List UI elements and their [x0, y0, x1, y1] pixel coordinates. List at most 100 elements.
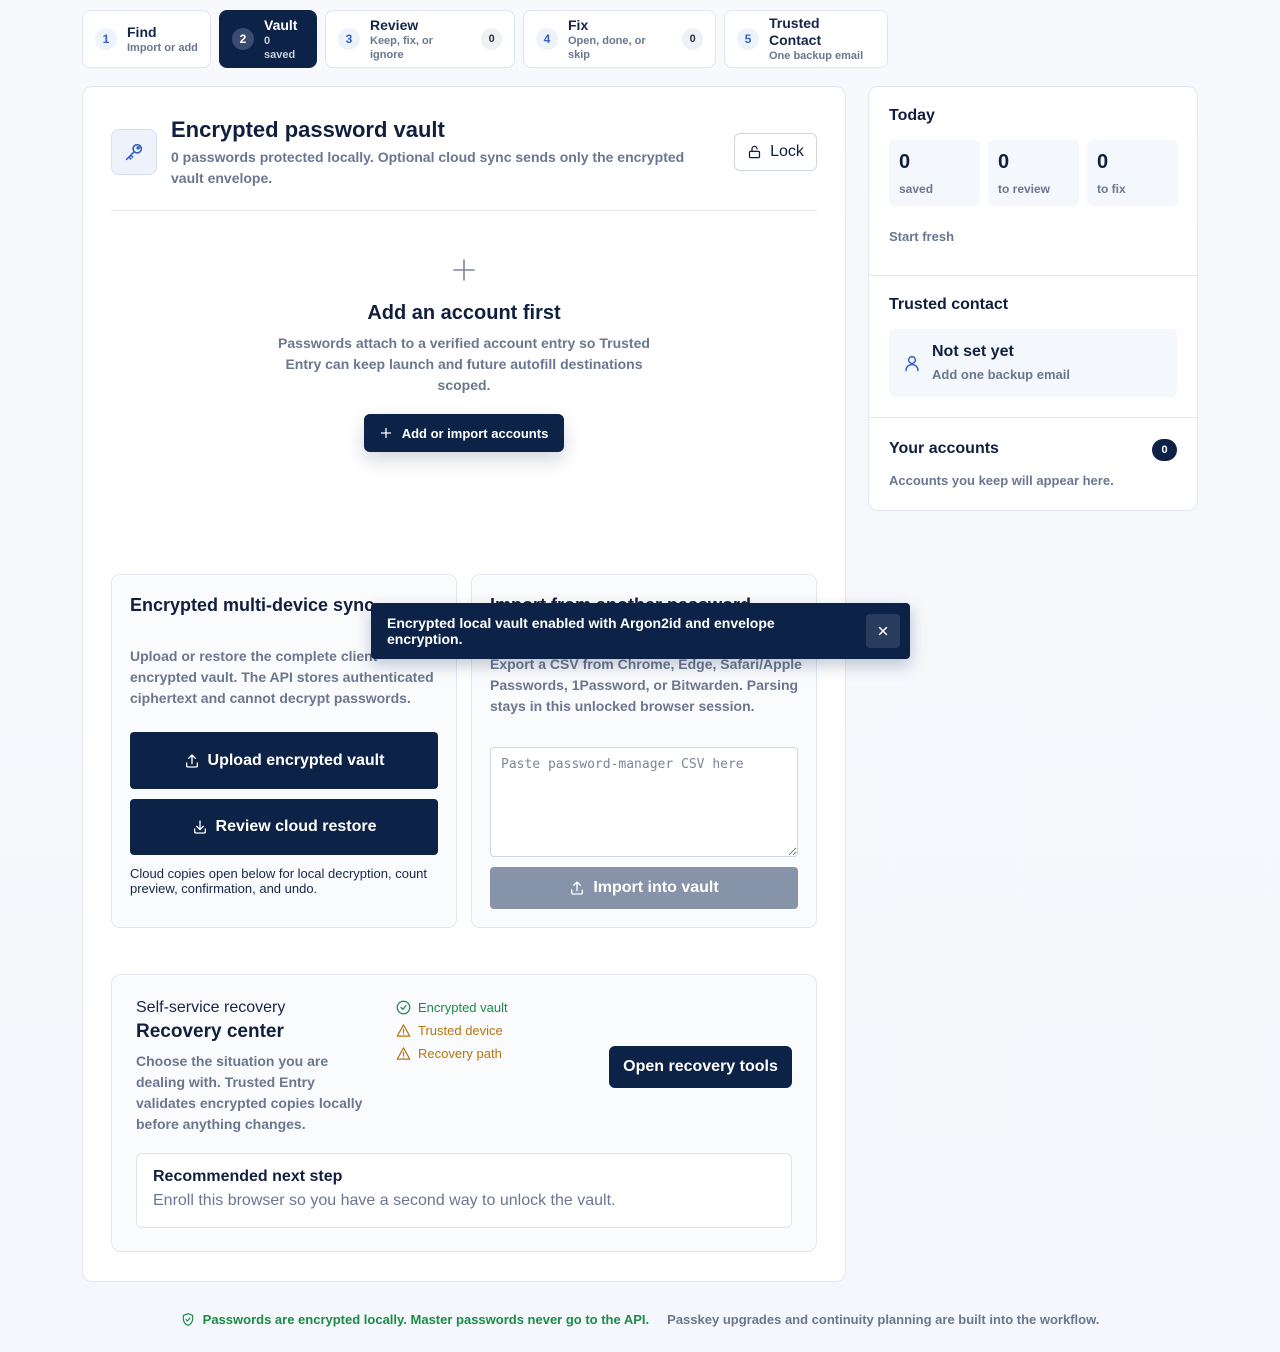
warning-icon — [396, 1024, 411, 1037]
next-step-title: Recommended next step — [153, 1168, 343, 1185]
step-title: Fix — [568, 16, 589, 33]
user-icon — [905, 355, 919, 372]
today-stats: 0 saved 0 to review 0 to fix — [889, 140, 1178, 206]
step-title: Vault — [264, 16, 298, 33]
import-vault-label: Import into vault — [593, 879, 719, 896]
step-number: 5 — [737, 28, 759, 50]
download-icon — [193, 820, 206, 834]
step-count-badge: 0 — [682, 28, 703, 50]
step-title: Find — [127, 23, 157, 40]
recovery-check-label: Trusted device — [418, 1023, 503, 1038]
add-accounts-label: Add or import accounts — [401, 425, 549, 441]
recovery-center: Self-service recovery Recovery center Ch… — [111, 974, 817, 1252]
step-number: 1 — [95, 28, 117, 50]
stat-label: to review — [998, 182, 1051, 196]
empty-state-body: Passwords attach to a verified account e… — [278, 335, 650, 393]
step-number: 2 — [232, 28, 254, 50]
toast-notification: Encrypted local vault enabled with Argon… — [371, 603, 910, 659]
recovery-check-item: Recovery path — [396, 1045, 508, 1062]
recovery-kicker: Self-service recovery — [136, 999, 286, 1016]
step-subtitle: Open, done, or skip — [568, 34, 646, 61]
recovery-description: Choose the situation you are dealing wit… — [136, 1053, 363, 1132]
sync-title: Encrypted multi-device sync — [130, 595, 375, 615]
toast-message: Encrypted local vault enabled with Argon… — [387, 615, 775, 647]
page-title: Encrypted password vault — [171, 117, 445, 142]
step-subtitle: One backup email — [769, 50, 864, 62]
review-restore-label: Review cloud restore — [215, 818, 377, 835]
vault-header: Encrypted password vault 0 passwords pro… — [111, 115, 817, 211]
upload-icon — [571, 881, 584, 895]
recovery-title: Recovery center — [136, 1021, 284, 1042]
recovery-check-label: Recovery path — [418, 1046, 502, 1061]
accounts-section: Your accounts 0 Accounts you keep will a… — [869, 418, 1197, 512]
today-title: Today — [889, 107, 935, 124]
key-icon — [111, 129, 157, 175]
stat-saved: 0 saved — [889, 140, 980, 206]
upload-vault-label: Upload encrypted vault — [207, 751, 385, 769]
import-description: Export a CSV from Chrome, Edge, Safari/A… — [490, 656, 802, 714]
trusted-contact-card[interactable]: Not set yet Add one backup email — [889, 329, 1177, 397]
csv-input[interactable] — [490, 747, 798, 857]
step-fix[interactable]: 4 Fix Open, done, or skip 0 — [523, 10, 716, 68]
accounts-empty-text: Accounts you keep will appear here. — [889, 473, 1114, 488]
step-vault[interactable]: 2 Vault 0 saved — [219, 10, 317, 68]
today-section: Today 0 saved 0 to review 0 to fix Start… — [869, 87, 1197, 276]
recommended-next-step: Recommended next step Enroll this browse… — [136, 1153, 792, 1228]
step-title: Trusted Contact — [769, 15, 822, 48]
recovery-check-label: Encrypted vault — [418, 1000, 508, 1015]
empty-state-title: Add an account first — [367, 302, 561, 324]
step-subtitle: Keep, fix, or ignore — [370, 34, 433, 61]
step-number: 4 — [536, 28, 558, 50]
step-review[interactable]: 3 Review Keep, fix, or ignore 0 — [325, 10, 515, 68]
toast-close-button[interactable] — [866, 614, 900, 648]
sync-note: Cloud copies open below for local decryp… — [130, 866, 428, 896]
trusted-contact-status: Not set yet — [932, 343, 1014, 360]
import-vault-button[interactable]: Import into vault — [490, 867, 798, 909]
vault-subtitle: 0 passwords protected locally. Optional … — [171, 149, 685, 186]
next-step-body: Enroll this browser so you have a second… — [153, 1192, 616, 1209]
stat-value: 0 — [899, 151, 911, 173]
review-restore-button[interactable]: Review cloud restore — [130, 799, 438, 855]
footer-security-note: Passwords are encrypted locally. Master … — [181, 1312, 650, 1327]
stat-value: 0 — [1097, 151, 1109, 173]
trusted-contact-title: Trusted contact — [889, 296, 1009, 313]
add-accounts-button[interactable]: Add or import accounts — [364, 414, 564, 452]
recovery-checklist: Encrypted vault Trusted device Recovery … — [396, 999, 508, 1062]
close-icon — [878, 626, 888, 636]
open-recovery-tools-button[interactable]: Open recovery tools — [609, 1046, 792, 1088]
step-trusted-contact[interactable]: 5 Trusted Contact One backup email — [724, 10, 888, 68]
stat-label: saved — [899, 182, 934, 196]
trusted-contact-section: Trusted contact Not set yet Add one back… — [869, 276, 1197, 418]
start-fresh-link[interactable]: Start fresh — [889, 229, 954, 244]
lock-icon — [748, 145, 761, 159]
stat-value: 0 — [998, 151, 1010, 173]
plus-icon — [380, 427, 391, 439]
footer-note: Passkey upgrades and continuity planning… — [667, 1312, 1100, 1327]
trusted-contact-hint: Add one backup email — [932, 367, 1070, 382]
plus-icon — [83, 255, 845, 285]
accounts-count-badge: 0 — [1152, 439, 1177, 461]
warning-icon — [396, 1047, 411, 1060]
stat-to-review: 0 to review — [988, 140, 1079, 206]
step-find[interactable]: 1 Find Import or add — [82, 10, 211, 68]
step-number: 3 — [338, 28, 360, 50]
summary-sidebar: Today 0 saved 0 to review 0 to fix Start… — [868, 86, 1198, 511]
step-count-badge: 0 — [481, 28, 502, 50]
vault-card: Encrypted password vault 0 passwords pro… — [82, 86, 846, 1282]
accounts-title: Your accounts — [889, 440, 999, 457]
lock-button[interactable]: Lock — [734, 133, 817, 171]
empty-state: Add an account first Passwords attach to… — [83, 255, 845, 452]
recovery-check-item: Encrypted vault — [396, 999, 508, 1016]
upload-icon — [185, 753, 198, 768]
wizard-stepper: 1 Find Import or add 2 Vault 0 saved 3 R… — [82, 10, 888, 68]
check-circle-icon — [396, 1000, 411, 1015]
recovery-check-item: Trusted device — [396, 1022, 508, 1039]
footer-security-text: Passwords are encrypted locally. Master … — [202, 1312, 650, 1327]
stat-label: to fix — [1097, 182, 1126, 196]
footer: Passwords are encrypted locally. Master … — [0, 1312, 1280, 1327]
upload-vault-button[interactable]: Upload encrypted vault — [130, 732, 438, 789]
step-subtitle: 0 saved — [264, 34, 296, 61]
shield-check-icon — [182, 1313, 193, 1326]
step-title: Review — [370, 16, 419, 33]
stat-to-fix: 0 to fix — [1087, 140, 1178, 206]
